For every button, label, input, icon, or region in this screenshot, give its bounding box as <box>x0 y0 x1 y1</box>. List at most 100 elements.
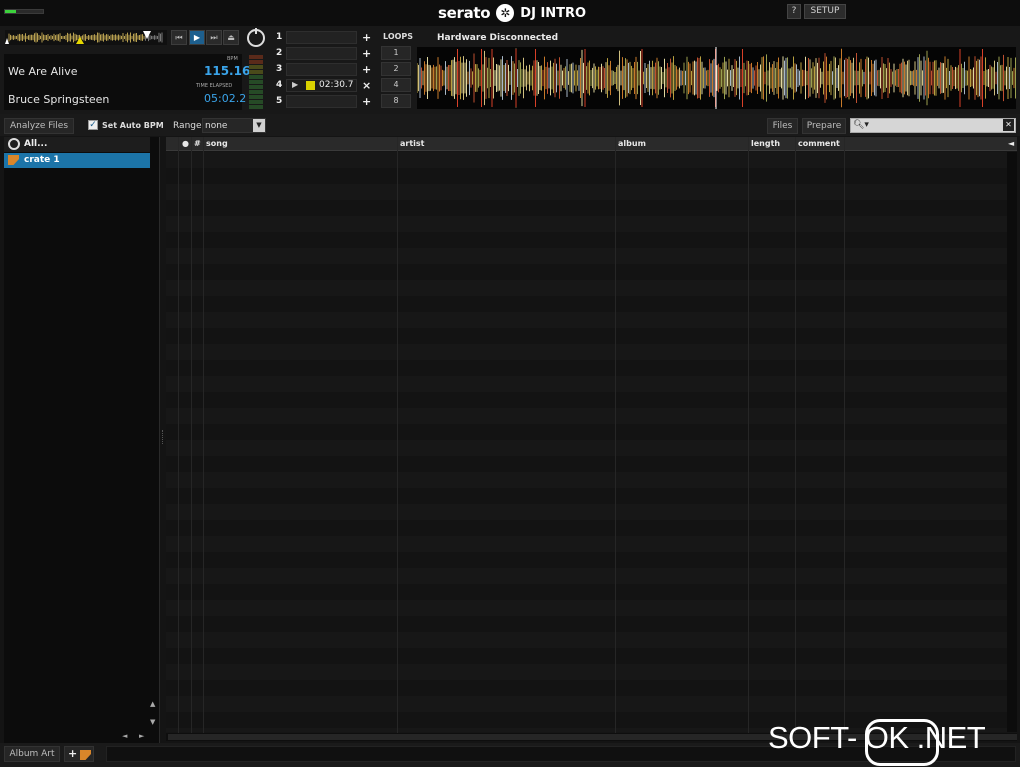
track-artist: Bruce Springsteen <box>8 93 110 106</box>
table-header: ● # song artist album length comment <box>166 137 1017 151</box>
meter-segment <box>249 105 263 109</box>
scroll-right-icon[interactable]: ► <box>139 732 144 740</box>
next-track-button[interactable]: ⏭ <box>206 30 222 45</box>
watermark: SOFT- OK .NET <box>768 720 986 756</box>
column-header-album[interactable]: album <box>618 139 646 148</box>
analyze-files-button[interactable]: Analyze Files <box>4 118 74 134</box>
cue-point-5[interactable]: 5 + <box>272 94 376 109</box>
time-elapsed-value[interactable]: 05:02.2 <box>204 92 246 105</box>
loop-1-button[interactable]: 1 <box>381 46 411 60</box>
all-crates-icon <box>8 138 20 150</box>
add-cue-icon[interactable]: + <box>362 31 371 44</box>
scroll-down-icon[interactable]: ▼ <box>150 718 155 726</box>
column-divider <box>795 137 796 733</box>
level-indicator <box>4 9 44 14</box>
prepare-button[interactable]: Prepare <box>802 118 846 134</box>
column-divider <box>615 137 616 733</box>
crate-icon <box>80 750 91 760</box>
scroll-left-icon[interactable]: ◄ <box>122 732 127 740</box>
cue-number: 2 <box>276 48 283 58</box>
column-divider <box>191 137 192 733</box>
crate-label: crate 1 <box>24 155 60 165</box>
cue-slot[interactable] <box>286 47 357 60</box>
table-rows[interactable] <box>166 152 1007 732</box>
eject-button[interactable]: ⏏ <box>223 30 239 45</box>
previous-track-button[interactable]: ⏮ <box>171 30 187 45</box>
meter-segment <box>249 95 263 99</box>
add-cue-icon[interactable]: + <box>362 63 371 76</box>
column-header-length[interactable]: length <box>751 139 780 148</box>
cue-slot[interactable] <box>286 95 357 108</box>
meter-segment <box>249 85 263 89</box>
volume-meter <box>249 55 263 109</box>
panel-resize-handle[interactable] <box>162 430 165 444</box>
search-icon[interactable]: 🔍︎▾ <box>853 120 869 130</box>
album-art-button[interactable]: Album Art <box>4 746 60 762</box>
crate-sidebar <box>4 137 160 743</box>
search-input[interactable] <box>850 118 1016 133</box>
column-header-song[interactable]: song <box>206 139 228 148</box>
column-header-comment[interactable]: comment <box>798 139 840 148</box>
level-fill <box>5 10 17 13</box>
cue-time: 02:30.7 <box>319 80 354 90</box>
loop-4-button[interactable]: 4 <box>381 78 411 92</box>
auto-bpm-label[interactable]: Set Auto BPM <box>102 121 164 130</box>
delete-cue-icon[interactable]: × <box>362 79 371 92</box>
crate-label: All... <box>24 139 48 149</box>
loops-label: LOOPS <box>383 32 414 41</box>
files-button[interactable]: Files <box>767 118 798 134</box>
range-label: Range <box>173 121 202 131</box>
cue-color-swatch <box>306 81 315 90</box>
table-right-gutter <box>1007 152 1017 732</box>
cue-number: 3 <box>276 64 283 74</box>
plus-icon: + <box>68 747 78 760</box>
meter-segment <box>249 60 263 64</box>
auto-bpm-checkbox[interactable]: ✓ <box>88 120 98 130</box>
bpm-label: BPM <box>227 56 238 62</box>
crate-all[interactable]: All... <box>4 137 150 152</box>
meter-segment <box>249 75 263 79</box>
crate-1[interactable]: crate 1 <box>4 153 150 168</box>
loop-2-button[interactable]: 2 <box>381 62 411 76</box>
gain-knob[interactable] <box>247 28 265 47</box>
cue-point-4[interactable]: 4 ▶ 02:30.7 × <box>272 78 376 93</box>
bpm-value: 115.16 <box>204 64 251 78</box>
loop-8-button[interactable]: 8 <box>381 94 411 108</box>
cue-slot[interactable] <box>286 31 357 44</box>
cue-number: 1 <box>276 32 283 42</box>
track-overview-waveform[interactable] <box>5 30 167 45</box>
app-logo: serato ✲ DJ INTRO <box>438 3 586 23</box>
cue-play-icon[interactable]: ▶ <box>292 80 298 89</box>
range-value[interactable]: none <box>205 121 227 131</box>
cue-point-2[interactable]: 2 + <box>272 46 376 61</box>
column-divider <box>844 137 845 733</box>
hardware-status: Hardware Disconnected <box>437 33 559 43</box>
cue-point-3[interactable]: 3 + <box>272 62 376 77</box>
add-cue-icon[interactable]: + <box>362 95 371 108</box>
help-button[interactable]: ? <box>787 4 801 19</box>
cue-number: 5 <box>276 96 283 106</box>
play-button[interactable]: ▶ <box>189 30 205 45</box>
column-divider <box>397 137 398 733</box>
add-cue-icon[interactable]: + <box>362 47 371 60</box>
crate-icon <box>8 155 19 165</box>
meter-segment <box>249 80 263 84</box>
column-options-icon[interactable]: ◄ <box>1008 139 1014 148</box>
add-crate-button[interactable]: + <box>64 746 94 762</box>
column-header-status[interactable]: ● <box>182 139 189 148</box>
main-waveform[interactable] <box>416 47 1016 109</box>
column-header-number[interactable]: # <box>194 139 201 148</box>
time-elapsed-label: TIME ELAPSED <box>196 83 233 89</box>
watermark-left: SOFT- <box>768 720 857 755</box>
cue-point-1[interactable]: 1 + <box>272 30 376 45</box>
cue-slot[interactable] <box>286 63 357 76</box>
clear-search-icon[interactable]: ✕ <box>1003 119 1014 131</box>
column-header-artist[interactable]: artist <box>400 139 425 148</box>
serato-gear-icon: ✲ <box>496 4 515 22</box>
scroll-up-icon[interactable]: ▲ <box>150 700 155 708</box>
setup-button[interactable]: SETUP <box>804 4 846 19</box>
serato-dj-intro-window: serato ✲ DJ INTRO ? SETUP ⏮ ▶ ⏭ ⏏ We Are… <box>0 0 1020 767</box>
chevron-down-icon[interactable]: ▼ <box>253 119 265 132</box>
column-divider <box>178 137 179 733</box>
meter-segment <box>249 100 263 104</box>
